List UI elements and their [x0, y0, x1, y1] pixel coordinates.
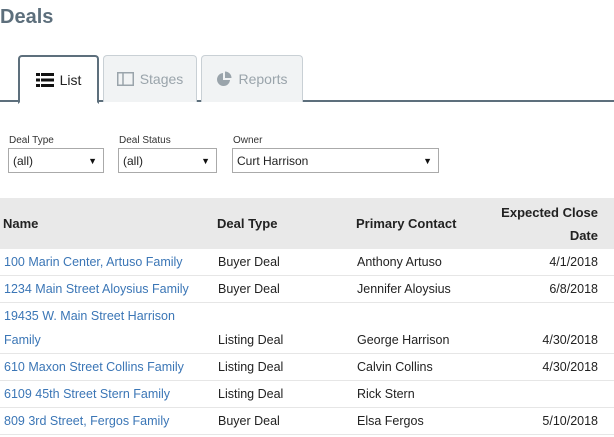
primary-contact-cell: Calvin Collins — [357, 360, 433, 374]
view-tabs: List Stages Reports — [0, 55, 614, 104]
tab-list-label: List — [59, 71, 82, 88]
primary-contact-cell: George Harrison — [357, 333, 450, 347]
pie-chart-icon — [216, 71, 232, 87]
tab-reports[interactable]: Reports — [201, 55, 303, 102]
chevron-down-icon: ▼ — [88, 156, 97, 166]
table-row[interactable]: 610 Maxon Street Collins Family Listing … — [0, 354, 614, 381]
owner-select[interactable]: Curt Harrison ▼ — [232, 148, 439, 173]
deal-status-select[interactable]: (all) ▼ — [118, 148, 217, 173]
owner-value: Curt Harrison — [237, 153, 309, 168]
deal-name-link[interactable]: 19435 W. Main Street Harrison — [4, 309, 175, 323]
close-date-cell: 5/10/2018 — [542, 414, 598, 428]
close-date-cell: 4/30/2018 — [542, 360, 598, 374]
list-icon — [35, 72, 54, 87]
column-header-name[interactable]: Name — [3, 216, 38, 231]
deal-type-cell: Listing Deal — [218, 333, 284, 347]
primary-contact-cell: Rick Stern — [357, 387, 415, 401]
deal-type-cell: Buyer Deal — [218, 255, 280, 269]
deal-name-link[interactable]: 6109 45th Street Stern Family — [4, 387, 170, 401]
table-row[interactable]: 19435 W. Main Street Harrison Family Lis… — [0, 303, 614, 354]
column-header-deal-type[interactable]: Deal Type — [217, 216, 277, 231]
deal-type-cell: Buyer Deal — [218, 414, 280, 428]
column-header-primary-contact[interactable]: Primary Contact — [356, 216, 456, 231]
deal-status-value: (all) — [123, 153, 143, 168]
deals-table: Name Deal Type Primary Contact Expected … — [0, 198, 614, 435]
chevron-down-icon: ▼ — [423, 156, 432, 166]
deal-type-select[interactable]: (all) ▼ — [8, 148, 104, 173]
deal-type-cell: Buyer Deal — [218, 282, 280, 296]
close-date-cell: 6/8/2018 — [549, 282, 598, 296]
table-row[interactable]: 809 3rd Street, Fergos Family Buyer Deal… — [0, 408, 614, 435]
table-row[interactable]: 100 Marin Center, Artuso Family Buyer De… — [0, 249, 614, 276]
chevron-down-icon: ▼ — [201, 156, 210, 166]
primary-contact-cell: Anthony Artuso — [357, 255, 442, 269]
tab-stages[interactable]: Stages — [103, 55, 197, 102]
deal-name-link[interactable]: 610 Maxon Street Collins Family — [4, 360, 184, 374]
column-header-expected-close[interactable]: Expected Close — [501, 205, 598, 220]
deal-type-label: Deal Type — [9, 135, 54, 146]
deal-type-cell: Listing Deal — [218, 360, 284, 374]
table-header: Name Deal Type Primary Contact Expected … — [0, 198, 614, 249]
primary-contact-cell: Elsa Fergos — [357, 414, 424, 428]
deal-status-label: Deal Status — [119, 135, 171, 146]
columns-icon — [116, 72, 134, 86]
tab-reports-label: Reports — [238, 71, 288, 87]
column-header-date: Date — [569, 228, 598, 243]
owner-label: Owner — [233, 135, 263, 146]
deal-name-link-continued[interactable]: Family — [4, 333, 41, 347]
table-row[interactable]: 1234 Main Street Aloysius Family Buyer D… — [0, 276, 614, 303]
deal-type-cell: Listing Deal — [218, 387, 284, 401]
deal-name-link[interactable]: 809 3rd Street, Fergos Family — [4, 414, 169, 428]
tab-list[interactable]: List — [18, 55, 99, 104]
close-date-cell: 4/30/2018 — [542, 333, 598, 347]
table-row[interactable]: 6109 45th Street Stern Family Listing De… — [0, 381, 614, 408]
page-title: Deals — [0, 6, 54, 28]
tab-stages-label: Stages — [139, 71, 184, 87]
primary-contact-cell: Jennifer Aloysius — [357, 282, 451, 296]
deal-type-value: (all) — [13, 153, 33, 168]
deal-name-link[interactable]: 100 Marin Center, Artuso Family — [4, 255, 183, 269]
close-date-cell: 4/1/2018 — [549, 255, 598, 269]
deal-name-link[interactable]: 1234 Main Street Aloysius Family — [4, 282, 189, 296]
